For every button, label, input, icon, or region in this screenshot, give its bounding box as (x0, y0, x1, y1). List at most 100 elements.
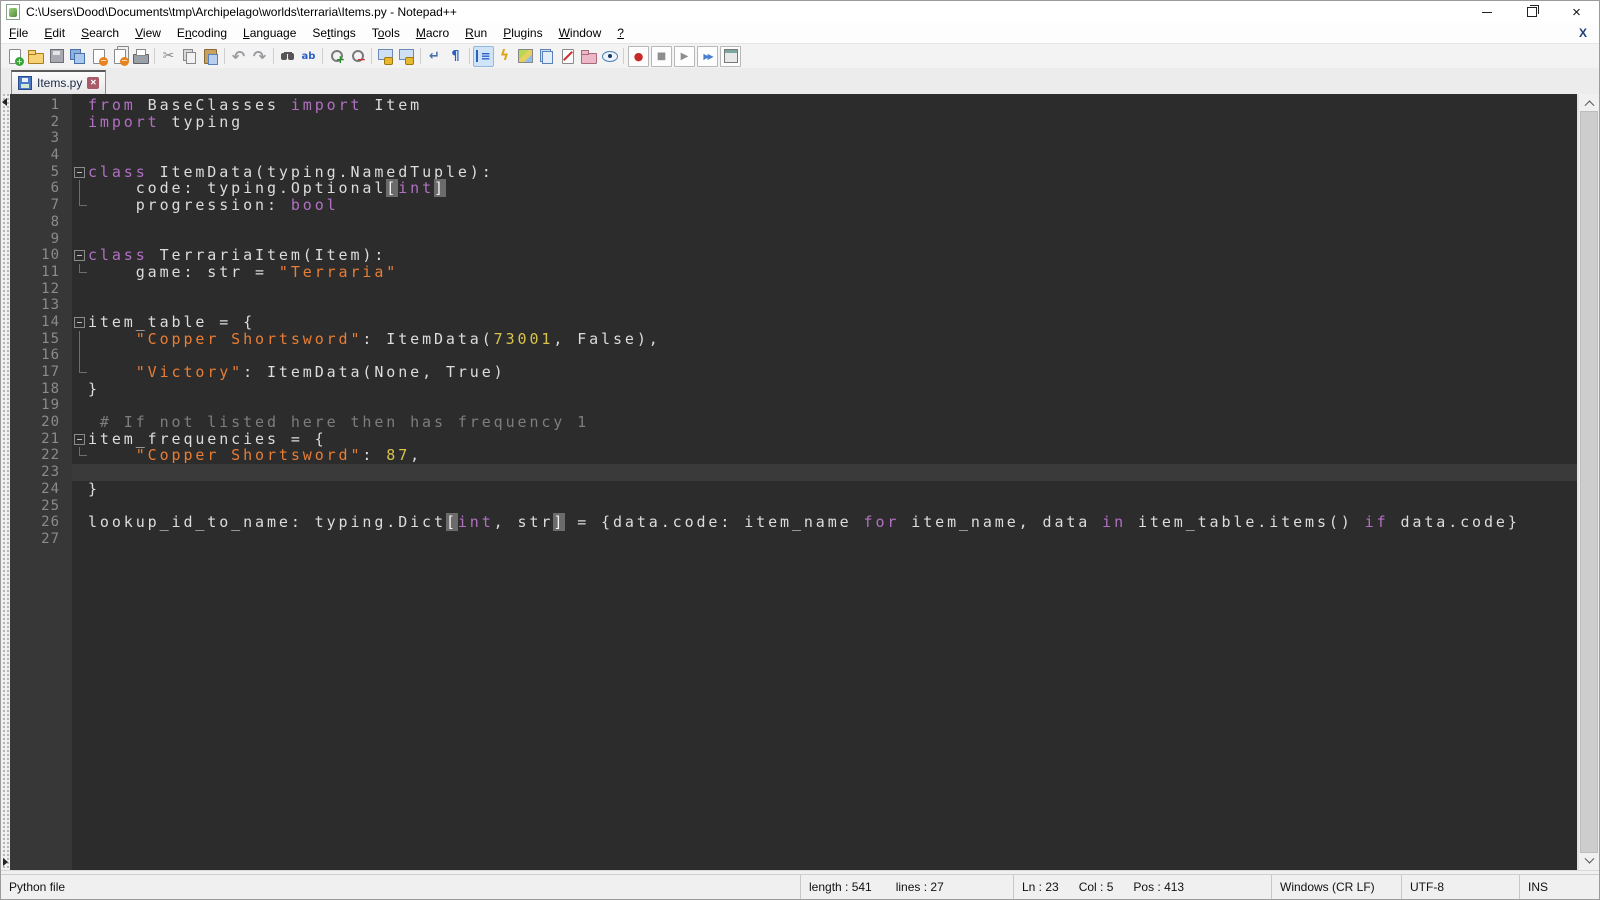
menu-item[interactable]: Language (235, 24, 304, 42)
menu-item[interactable]: Edit (36, 24, 73, 42)
show-all-characters-icon[interactable]: ¶ (445, 46, 466, 67)
find-icon[interactable] (277, 46, 298, 67)
code-line: 2 import typing (10, 114, 1577, 131)
sync-horizontal-scroll-icon[interactable] (396, 46, 417, 67)
menu-item[interactable]: File (1, 24, 36, 42)
macro-play-icon[interactable]: ▶ (674, 46, 695, 67)
fold-marker[interactable] (72, 231, 88, 248)
fold-marker[interactable] (72, 114, 88, 131)
fold-marker[interactable] (72, 531, 88, 548)
code-line: 21 item_frequencies = { (10, 431, 1577, 448)
menu-item[interactable]: Settings (304, 24, 363, 42)
app-icon (6, 4, 20, 20)
code-text: lookup_id_to_name: typing.Dict[int, str]… (88, 514, 1520, 531)
fold-marker[interactable] (72, 197, 88, 214)
folder-as-workspace-icon[interactable] (578, 46, 599, 67)
scroll-up-button[interactable] (1579, 94, 1599, 111)
fold-marker[interactable] (72, 481, 88, 498)
fold-marker[interactable] (72, 514, 88, 531)
fold-marker[interactable] (72, 331, 88, 348)
fold-marker[interactable] (72, 281, 88, 298)
expand-panel-arrow-icon[interactable] (3, 858, 8, 866)
word-wrap-icon[interactable]: ↵ (424, 46, 445, 67)
paste-icon[interactable] (200, 46, 221, 67)
fold-marker[interactable] (72, 381, 88, 398)
zoom-in-icon[interactable] (326, 46, 347, 67)
collapse-panel-arrow-icon[interactable] (2, 98, 7, 106)
macro-run-multiple-icon[interactable]: ▶▶ (697, 46, 718, 67)
fold-marker[interactable] (72, 464, 88, 481)
menu-item[interactable]: Window (551, 24, 610, 42)
fold-marker[interactable] (72, 364, 88, 381)
print-icon[interactable] (130, 46, 151, 67)
fold-marker[interactable] (72, 97, 88, 114)
docked-panel-splitter[interactable] (1, 94, 10, 870)
copy-icon[interactable] (179, 46, 200, 67)
menu-item[interactable]: Plugins (495, 24, 550, 42)
status-insert-mode[interactable]: INS (1519, 875, 1599, 899)
function-list-icon[interactable]: ϟ (494, 46, 515, 67)
close-all-icon[interactable] (109, 46, 130, 67)
restore-button[interactable] (1509, 1, 1554, 23)
status-eol-format[interactable]: Windows (CR LF) (1271, 875, 1401, 899)
sync-vertical-scroll-icon[interactable] (375, 46, 396, 67)
fold-marker[interactable] (72, 498, 88, 515)
fold-marker[interactable] (72, 264, 88, 281)
cut-icon[interactable]: ✂ (158, 46, 179, 67)
code-editor[interactable]: 1 from BaseClasses import Item 2 import … (10, 94, 1577, 870)
menu-item[interactable]: ? (609, 24, 632, 42)
fold-marker[interactable] (72, 130, 88, 147)
code-line: 8 (10, 214, 1577, 231)
tab-close-icon[interactable]: ✕ (87, 77, 99, 89)
save-all-icon[interactable] (67, 46, 88, 67)
fold-marker[interactable] (72, 214, 88, 231)
scrollbar-thumb[interactable] (1580, 111, 1598, 853)
indent-guide-icon[interactable]: ≡ (473, 46, 494, 67)
replace-icon[interactable]: ab (298, 46, 319, 67)
close-button[interactable]: × (1554, 1, 1599, 23)
macro-stop-icon[interactable]: ■ (651, 46, 672, 67)
close-document-icon[interactable] (88, 46, 109, 67)
tab-items-py[interactable]: Items.py ✕ (11, 70, 106, 94)
fold-marker[interactable] (72, 164, 88, 181)
code-text: # If not listed here then has frequency … (88, 414, 589, 431)
menu-item[interactable]: Encoding (169, 24, 235, 42)
zoom-out-icon[interactable] (347, 46, 368, 67)
fold-marker[interactable] (72, 447, 88, 464)
menu-item[interactable]: Search (73, 24, 127, 42)
menu-item[interactable]: Run (457, 24, 495, 42)
menu-item[interactable]: Tools (364, 24, 408, 42)
document-list-icon[interactable] (536, 46, 557, 67)
open-file-icon[interactable] (25, 46, 46, 67)
line-number: 23 (10, 464, 72, 481)
define-language-icon[interactable] (557, 46, 578, 67)
new-file-icon[interactable] (4, 46, 25, 67)
fold-marker[interactable] (72, 414, 88, 431)
fold-marker[interactable] (72, 147, 88, 164)
menu-item[interactable]: View (127, 24, 169, 42)
redo-icon[interactable]: ↷ (249, 46, 270, 67)
fold-marker[interactable] (72, 180, 88, 197)
fold-marker[interactable] (72, 347, 88, 364)
fold-marker[interactable] (72, 314, 88, 331)
toolbar-icon-glyph: ↵ (429, 49, 440, 64)
fold-marker[interactable] (72, 431, 88, 448)
fold-marker[interactable] (72, 247, 88, 264)
status-bar: Python file length : 541 lines : 27 Ln :… (1, 874, 1599, 899)
macro-record-icon[interactable]: ● (628, 46, 649, 67)
fold-marker[interactable] (72, 397, 88, 414)
monitoring-icon[interactable] (599, 46, 620, 67)
undo-icon[interactable]: ↶ (228, 46, 249, 67)
save-icon[interactable] (46, 46, 67, 67)
code-line: 19 (10, 397, 1577, 414)
minimize-button[interactable] (1464, 1, 1509, 23)
fold-marker[interactable] (72, 297, 88, 314)
menu-item[interactable]: Macro (408, 24, 457, 42)
document-map-icon[interactable] (515, 46, 536, 67)
vertical-scrollbar[interactable] (1577, 94, 1599, 870)
close-document-x-button[interactable]: X (1575, 24, 1591, 42)
macro-save-icon[interactable] (720, 46, 741, 67)
scroll-down-button[interactable] (1579, 853, 1599, 870)
status-encoding[interactable]: UTF-8 (1401, 875, 1519, 899)
toolbar-icon-glyph: ϟ (500, 48, 509, 64)
